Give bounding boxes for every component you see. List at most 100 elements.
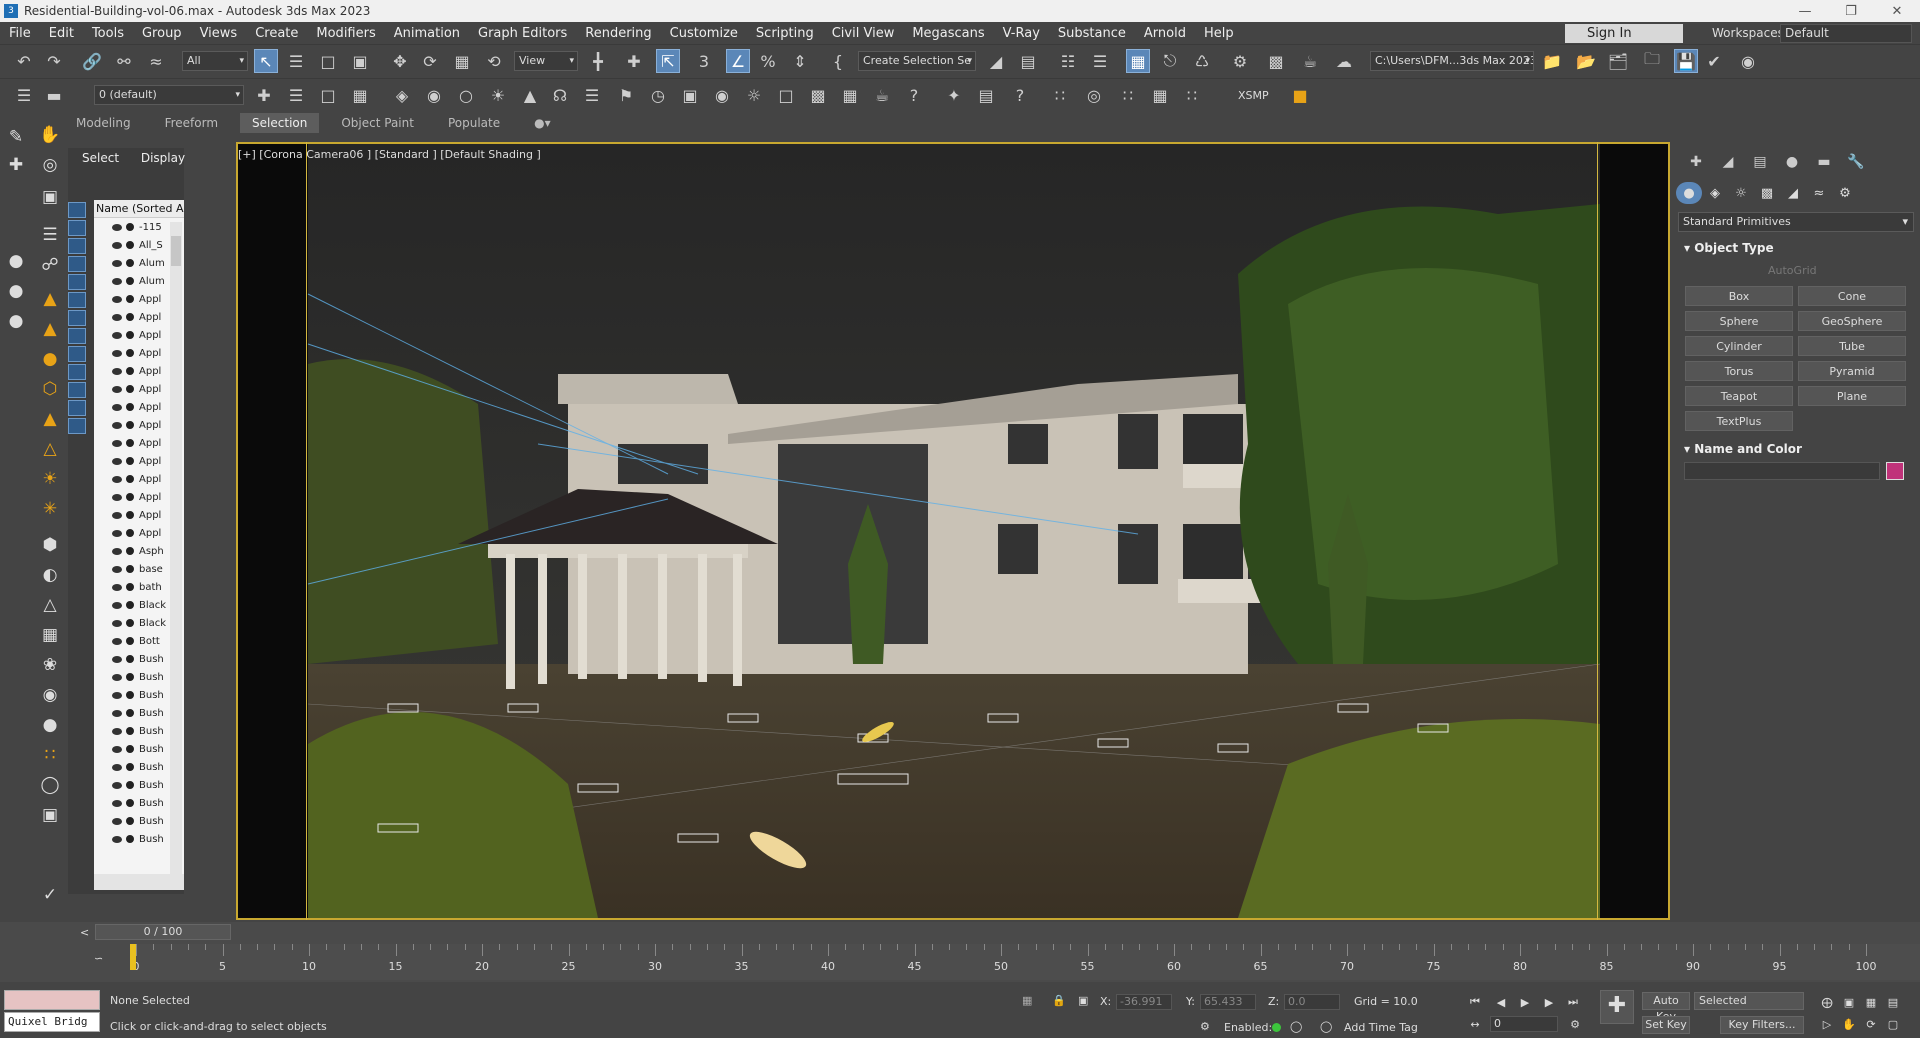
menu-tools[interactable]: Tools bbox=[83, 26, 133, 41]
visibility-eye-icon[interactable] bbox=[112, 277, 122, 285]
maximize-viewport-icon[interactable]: ▢ bbox=[1884, 1016, 1902, 1032]
filter-bones-icon[interactable] bbox=[68, 346, 86, 362]
filter-xrefs-icon[interactable] bbox=[68, 328, 86, 344]
spiral-icon[interactable]: ☊ bbox=[548, 83, 572, 107]
ribbon-toggle-icon[interactable]: ☰ bbox=[1088, 49, 1112, 73]
visibility-eye-icon[interactable] bbox=[112, 241, 122, 249]
orbit-icon[interactable]: ◎ bbox=[37, 152, 63, 178]
sphere3-icon[interactable]: ● bbox=[3, 308, 29, 334]
cameras-icon[interactable]: ▩ bbox=[1754, 182, 1780, 204]
menu-scripting[interactable]: Scripting bbox=[747, 26, 823, 41]
sphere2-icon[interactable]: ● bbox=[3, 278, 29, 304]
percent-snap-icon[interactable]: % bbox=[756, 49, 780, 73]
key-filters-button[interactable]: Key Filters... bbox=[1720, 1016, 1804, 1034]
menu-group[interactable]: Group bbox=[133, 26, 191, 41]
spark-icon[interactable]: ✳ bbox=[37, 496, 63, 522]
create-shapes-icon[interactable]: ◉ bbox=[422, 83, 446, 107]
selection-set-dropdown[interactable]: Create Selection Se bbox=[858, 51, 976, 71]
visibility-eye-icon[interactable] bbox=[112, 295, 122, 303]
stack-icon[interactable]: ☰ bbox=[284, 83, 308, 107]
help-icon[interactable]: ? bbox=[1008, 83, 1032, 107]
absolute-mode-icon[interactable]: ▣ bbox=[1078, 994, 1088, 1007]
freeze-dot-icon[interactable] bbox=[126, 223, 134, 231]
filter-cameras-icon[interactable] bbox=[68, 256, 86, 272]
freeze-dot-icon[interactable] bbox=[126, 745, 134, 753]
sphere-icon[interactable]: ● bbox=[3, 248, 29, 274]
spinner-snap-icon[interactable]: ⇕ bbox=[788, 49, 812, 73]
curve-icon[interactable]: ∽ bbox=[94, 952, 103, 965]
freeze-dot-icon[interactable] bbox=[126, 241, 134, 249]
dots-icon[interactable]: ∷ bbox=[1048, 83, 1072, 107]
menu-customize[interactable]: Customize bbox=[661, 26, 747, 41]
filter-groups-icon[interactable] bbox=[68, 310, 86, 326]
visibility-eye-icon[interactable] bbox=[112, 619, 122, 627]
hand-icon[interactable]: ✋ bbox=[37, 122, 63, 148]
box-icon[interactable]: □ bbox=[774, 83, 798, 107]
freeze-dot-icon[interactable] bbox=[126, 277, 134, 285]
freeze-dot-icon[interactable] bbox=[126, 763, 134, 771]
visibility-eye-icon[interactable] bbox=[112, 601, 122, 609]
scatter-icon[interactable]: ∷ bbox=[1116, 83, 1140, 107]
tab-selection[interactable]: Selection bbox=[240, 113, 320, 133]
auto-key-button[interactable]: Auto Key bbox=[1642, 992, 1690, 1023]
gem-icon[interactable]: ⬡ bbox=[37, 376, 63, 402]
pyramid-icon[interactable]: △ bbox=[37, 592, 63, 618]
visibility-eye-icon[interactable] bbox=[112, 817, 122, 825]
bell-icon[interactable]: △ bbox=[37, 436, 63, 462]
mirror-icon[interactable]: ◢ bbox=[984, 49, 1008, 73]
key-mode-dropdown[interactable]: Selected bbox=[1694, 992, 1804, 1010]
maxscript-input[interactable]: Quixel Bridg bbox=[4, 1012, 100, 1032]
isolate-icon[interactable]: ▦ bbox=[1022, 994, 1032, 1007]
ball-icon[interactable]: ● bbox=[37, 346, 63, 372]
molecule-icon[interactable]: ∷ bbox=[37, 742, 63, 768]
primitive-button-plane[interactable]: Plane bbox=[1798, 386, 1906, 406]
workspace-dropdown[interactable]: Default bbox=[1780, 24, 1912, 43]
freeze-dot-icon[interactable] bbox=[126, 295, 134, 303]
zoom-icon[interactable]: ⨁ bbox=[1818, 994, 1836, 1010]
scene-scrollbar[interactable] bbox=[170, 222, 182, 874]
visibility-eye-icon[interactable] bbox=[112, 367, 122, 375]
mushroom-icon[interactable]: ▲ bbox=[37, 406, 63, 432]
visibility-eye-icon[interactable] bbox=[112, 331, 122, 339]
primitive-category-dropdown[interactable]: Standard Primitives bbox=[1678, 212, 1914, 232]
sphere-tool-icon[interactable]: ◐ bbox=[37, 562, 63, 588]
select-manipulate-icon[interactable]: ✚ bbox=[622, 49, 646, 73]
project-add-icon[interactable]: 🗂 bbox=[1606, 49, 1630, 73]
menu-modifiers[interactable]: Modifiers bbox=[307, 26, 384, 41]
object-color-swatch[interactable] bbox=[1886, 462, 1904, 480]
menu-arnold[interactable]: Arnold bbox=[1135, 26, 1195, 41]
timeline-track[interactable]: 0 5 10 15 20 25 30 35 40 45 50 55 60 65 70 75 80 85 90 95 10… bbox=[130, 944, 1920, 980]
zoom-extents-all-icon[interactable]: ▤ bbox=[1884, 994, 1902, 1010]
render-frame-icon[interactable]: ▣ bbox=[678, 83, 702, 107]
visibility-eye-icon[interactable] bbox=[112, 655, 122, 663]
torch-icon[interactable]: ◉ bbox=[37, 682, 63, 708]
time-cursor[interactable] bbox=[130, 944, 136, 970]
filter-all-icon[interactable] bbox=[68, 418, 86, 434]
display-tab-icon[interactable]: ▬ bbox=[1808, 152, 1840, 172]
time-slider[interactable]: 0 / 100 bbox=[95, 924, 231, 940]
freeze-dot-icon[interactable] bbox=[126, 457, 134, 465]
angle-snap-icon[interactable]: ∠ bbox=[726, 49, 750, 73]
menu-megascans[interactable]: Megascans bbox=[903, 26, 993, 41]
object-type-header[interactable]: ▾ Object Type bbox=[1684, 241, 1774, 255]
select-by-name-icon[interactable]: ☰ bbox=[284, 49, 308, 73]
move-icon[interactable]: ✥ bbox=[388, 49, 412, 73]
freeze-dot-icon[interactable] bbox=[126, 259, 134, 267]
film-reel-icon[interactable]: ☍ bbox=[37, 252, 63, 278]
visibility-eye-icon[interactable] bbox=[112, 781, 122, 789]
menu-rendering[interactable]: Rendering bbox=[576, 26, 660, 41]
bulb-icon[interactable]: ☼ bbox=[742, 83, 766, 107]
close-icon[interactable]: ✕ bbox=[1874, 0, 1920, 22]
camera-icon[interactable]: ▣ bbox=[37, 184, 63, 210]
window-crossing-icon[interactable]: ▣ bbox=[348, 49, 372, 73]
render-setup-icon[interactable]: ⚙ bbox=[1228, 49, 1252, 73]
time-tag-toggle-icon[interactable]: ◯ bbox=[1290, 1020, 1302, 1033]
schematic-view-icon[interactable]: ⎋ bbox=[1158, 49, 1182, 73]
freeze-dot-icon[interactable] bbox=[126, 619, 134, 627]
visibility-eye-icon[interactable] bbox=[112, 727, 122, 735]
freeze-dot-icon[interactable] bbox=[126, 799, 134, 807]
freeze-dot-icon[interactable] bbox=[126, 583, 134, 591]
utilities-tab-icon[interactable]: 🔧 bbox=[1840, 152, 1872, 172]
edit-named-sets-icon[interactable]: { bbox=[826, 49, 850, 73]
visibility-eye-icon[interactable] bbox=[112, 439, 122, 447]
